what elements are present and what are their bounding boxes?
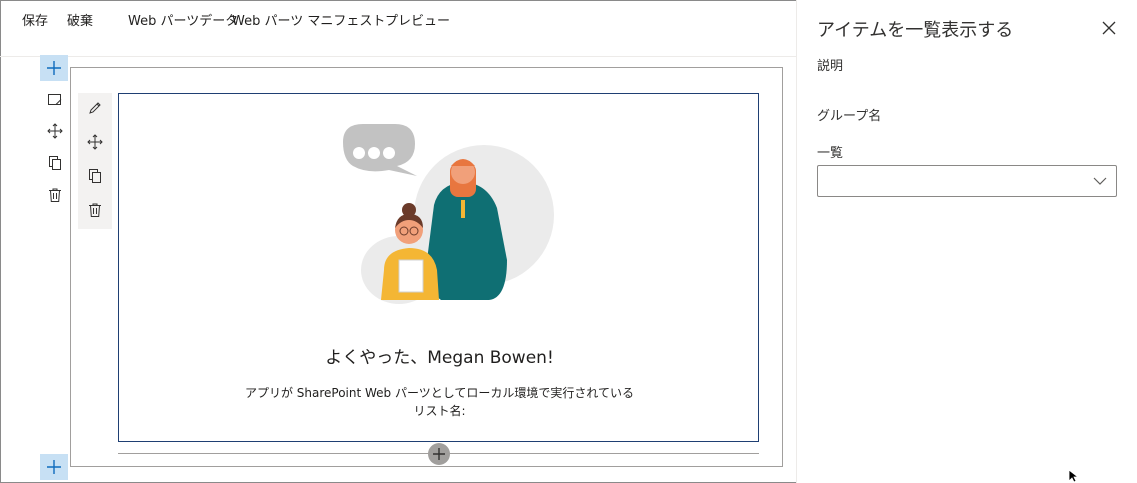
add-section-top-button[interactable] xyxy=(40,55,68,81)
preview-button[interactable]: プレビュー xyxy=(385,10,450,29)
delete-icon xyxy=(89,203,101,217)
list-name-label: リスト名: xyxy=(413,404,466,418)
mouse-cursor-icon xyxy=(1068,469,1080,483)
list-dropdown[interactable] xyxy=(817,165,1117,197)
delete-icon xyxy=(49,188,61,202)
webpart-duplicate-button[interactable] xyxy=(84,165,106,187)
webpart-move-button[interactable] xyxy=(84,131,106,153)
webpart-edit-button[interactable] xyxy=(84,97,106,119)
close-pane-button[interactable] xyxy=(1100,19,1118,37)
chevron-down-icon xyxy=(1093,177,1107,185)
move-icon xyxy=(87,134,103,150)
discard-button[interactable]: 破棄 xyxy=(67,10,93,29)
webpart-toolbar xyxy=(78,93,112,229)
section-edit-button[interactable] xyxy=(44,89,66,111)
description-label: 説明 xyxy=(817,59,844,74)
save-button[interactable]: 保存 xyxy=(22,10,48,29)
pencil-icon xyxy=(89,102,101,114)
plus-icon xyxy=(47,61,61,75)
group-name-label: グループ名 xyxy=(817,109,882,124)
webpart-manifest-button[interactable]: Web パーツ マニフェスト xyxy=(232,10,385,29)
section-delete-button[interactable] xyxy=(44,184,66,206)
add-section-bottom-button[interactable] xyxy=(40,454,68,480)
welcome-greeting: よくやった、Megan Bowen! xyxy=(325,348,554,368)
webpart-data-button[interactable]: Web パーツデータ xyxy=(128,10,238,29)
edit-icon xyxy=(48,94,62,105)
workbench-toolbar: 保存 破棄 Web パーツデータ Web パーツ マニフェスト プレビュー xyxy=(0,0,796,57)
property-pane-title: アイテムを一覧表示する xyxy=(817,20,1014,41)
section-move-button[interactable] xyxy=(44,120,66,142)
property-pane: アイテムを一覧表示する 説明 グループ名 一覧 xyxy=(796,0,1137,483)
webpart[interactable]: よくやった、Megan Bowen! アプリが SharePoint Web パ… xyxy=(118,93,759,442)
duplicate-icon xyxy=(89,169,101,183)
plus-icon xyxy=(433,448,445,460)
move-icon xyxy=(47,123,63,139)
environment-message: アプリが SharePoint Web パーツとしてローカル環境で実行されている xyxy=(244,386,635,400)
close-icon xyxy=(1102,21,1116,35)
duplicate-icon xyxy=(49,156,61,170)
plus-icon xyxy=(47,460,61,474)
welcome-illustration xyxy=(343,124,554,304)
list-dropdown-label: 一覧 xyxy=(817,146,844,161)
section-duplicate-button[interactable] xyxy=(44,152,66,174)
add-webpart-button[interactable] xyxy=(428,443,450,465)
webpart-delete-button[interactable] xyxy=(84,199,106,221)
